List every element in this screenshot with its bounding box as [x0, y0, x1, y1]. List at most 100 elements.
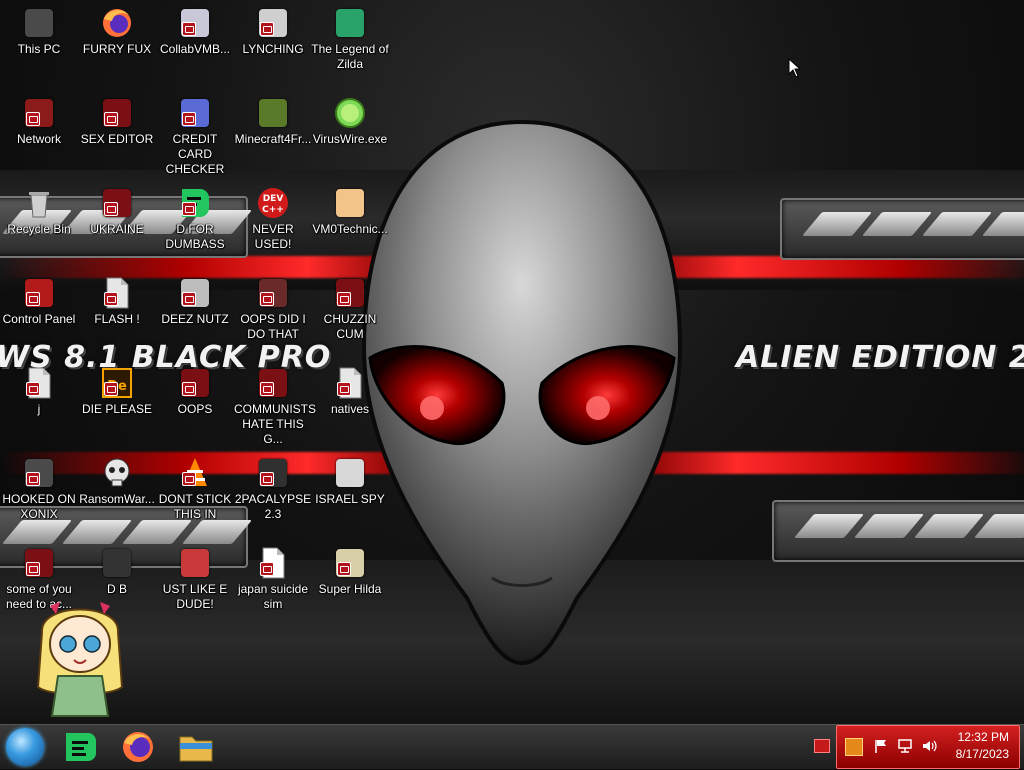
desktop-icon[interactable]: japan suicide sim: [234, 546, 312, 612]
desktop-icon[interactable]: CHUZZIN CUM: [311, 276, 389, 342]
shortcut-badge-icon: [260, 472, 274, 486]
flag-icon[interactable]: [873, 738, 889, 754]
shortcut-icon: [100, 96, 134, 130]
spy-tool-icon: [333, 456, 367, 490]
desktop-icon[interactable]: FURRY FUX: [78, 6, 156, 57]
desktop-icon[interactable]: VM0Technic...: [311, 186, 389, 237]
desktop-icon[interactable]: ISRAEL SPY: [311, 456, 389, 507]
desktop-icon-label: CREDIT CARD CHECKER: [165, 132, 225, 176]
desktop-icon[interactable]: D FOR DUMBASS: [156, 186, 234, 252]
alien-head-graphic: [362, 119, 682, 666]
desktop-icon[interactable]: DONT STICK THIS IN: [156, 456, 234, 522]
desktop-icon-label: natives: [330, 402, 370, 416]
desktop-icon[interactable]: Control Panel: [0, 276, 78, 327]
show-hidden-icons-button[interactable]: [814, 739, 830, 753]
desktop-icon[interactable]: Minecraft4Fr...: [234, 96, 312, 147]
desktop-icon-label: UKRAINE: [90, 222, 144, 236]
image-file-icon: [178, 6, 212, 40]
cartoon-character-sticker: [36, 602, 124, 717]
desktop-icon[interactable]: VirusWire.exe: [311, 96, 389, 147]
desktop-icon-label: FLASH !: [94, 312, 140, 326]
lime-icon: [333, 96, 367, 130]
desktop-icon[interactable]: DEV C++ NEVER USED!: [234, 186, 312, 252]
desktop-icon-label: DONT STICK THIS IN: [158, 492, 232, 521]
desktop-icon[interactable]: SEX EDITOR: [78, 96, 156, 147]
desktop-icon[interactable]: COMMUNISTS HATE THIS G...: [234, 366, 316, 447]
clock-date: 8/17/2023: [955, 747, 1009, 761]
document-icon: [100, 276, 134, 310]
desktop-icon[interactable]: OOPS: [156, 366, 234, 417]
shortcut-badge-icon: [337, 562, 351, 576]
desktop-icon[interactable]: HOOKED ON XONIX: [0, 456, 78, 522]
desktop-icon[interactable]: UST LIKE E DUDE!: [156, 546, 234, 612]
desktop-icon[interactable]: D B: [78, 546, 156, 597]
shortcut-badge-icon: [182, 472, 196, 486]
control-panel-icon: [22, 276, 56, 310]
desktop-icon[interactable]: De DIE PLEASE: [78, 366, 156, 417]
desktop-icon-label: CollabVMB...: [159, 42, 231, 56]
shortcut-badge-icon: [104, 112, 118, 126]
shortcut-badge-icon: [260, 292, 274, 306]
desktop-icon-label: UST LIKE E DUDE!: [162, 582, 228, 611]
shortcut-badge-icon: [104, 382, 118, 396]
desktop-icon-label: The Legend of Zilda: [311, 42, 389, 71]
desktop-icon[interactable]: natives: [311, 366, 389, 417]
desktop-icon[interactable]: CREDIT CARD CHECKER: [156, 96, 234, 177]
shortcut-badge-icon: [26, 562, 40, 576]
network-icon[interactable]: [897, 738, 913, 754]
desktop-icon[interactable]: RansomWar...: [78, 456, 156, 507]
minecraft-block-icon: [256, 96, 290, 130]
desktop-icon[interactable]: 2PACALYPSE 2.3: [234, 456, 312, 522]
shortcut-badge-icon: [337, 382, 351, 396]
svg-text:DEV: DEV: [263, 194, 284, 204]
desktop-icon-label: HOOKED ON XONIX: [2, 492, 76, 521]
desktop-icon-label: 2PACALYPSE 2.3: [234, 492, 312, 521]
desktop-icon-label: SEX EDITOR: [80, 132, 154, 146]
shortcut-badge-icon: [26, 112, 40, 126]
shortcut-icon: [256, 366, 290, 400]
desktop-icon[interactable]: FLASH !: [78, 276, 156, 327]
taskbar-firefox[interactable]: [118, 729, 158, 765]
volume-icon[interactable]: [921, 738, 937, 754]
desktop-icon[interactable]: Network: [0, 96, 78, 147]
taskbar-file-explorer[interactable]: [176, 729, 216, 765]
shortcut-badge-icon: [260, 22, 274, 36]
desktop-icon-label: D FOR DUMBASS: [165, 222, 225, 251]
shortcut-badge-icon: [26, 382, 40, 396]
user-icon: [333, 186, 367, 220]
shortcut-badge-icon: [104, 202, 118, 216]
recycle-bin-icon: [22, 186, 56, 220]
desktop-icon[interactable]: Super Hilda: [311, 546, 389, 597]
computer-icon: [22, 6, 56, 40]
desktop-icon[interactable]: UKRAINE: [78, 186, 156, 237]
start-button[interactable]: [6, 728, 44, 766]
desktop-icon[interactable]: This PC: [0, 6, 78, 57]
network-icon: [22, 96, 56, 130]
desktop-icon-label: VirusWire.exe: [312, 132, 388, 146]
desktop-icon[interactable]: CollabVMB...: [156, 6, 234, 57]
face-photo-icon: [256, 276, 290, 310]
svg-text:C++: C++: [262, 205, 284, 215]
shortcut-badge-icon: [26, 472, 40, 486]
desktop-icon[interactable]: Recycle Bin: [0, 186, 78, 237]
cartoon-icon: [178, 546, 212, 580]
shortcut-icon: [178, 366, 212, 400]
action-center-flag-app-icon[interactable]: [845, 738, 863, 756]
desktop-icon-label: COMMUNISTS HATE THIS G...: [234, 402, 316, 446]
desktop-icon[interactable]: LYNCHING: [234, 6, 312, 57]
notification-area: 12:32 PM 8/17/2023: [836, 725, 1020, 769]
desktop-icon-label: DEEZ NUTZ: [161, 312, 229, 326]
desktop-icon[interactable]: The Legend of Zilda: [311, 6, 389, 72]
desktop-icon-label: OOPS DID I DO THAT: [240, 312, 306, 341]
desktop-icon[interactable]: DEEZ NUTZ: [156, 276, 234, 327]
taskbar-notes-app[interactable]: [60, 729, 100, 765]
desktop-icon-label: ISRAEL SPY: [315, 492, 385, 506]
dreamweaver-icon: De: [100, 366, 134, 400]
document-icon: [333, 366, 367, 400]
desktop-icon[interactable]: j: [0, 366, 78, 417]
shortcut-badge-icon: [260, 562, 274, 576]
text-file-icon: [256, 546, 290, 580]
desktop-icon[interactable]: OOPS DID I DO THAT: [234, 276, 312, 342]
shortcut-badge-icon: [26, 292, 40, 306]
clock[interactable]: 12:32 PM 8/17/2023: [956, 729, 1009, 763]
